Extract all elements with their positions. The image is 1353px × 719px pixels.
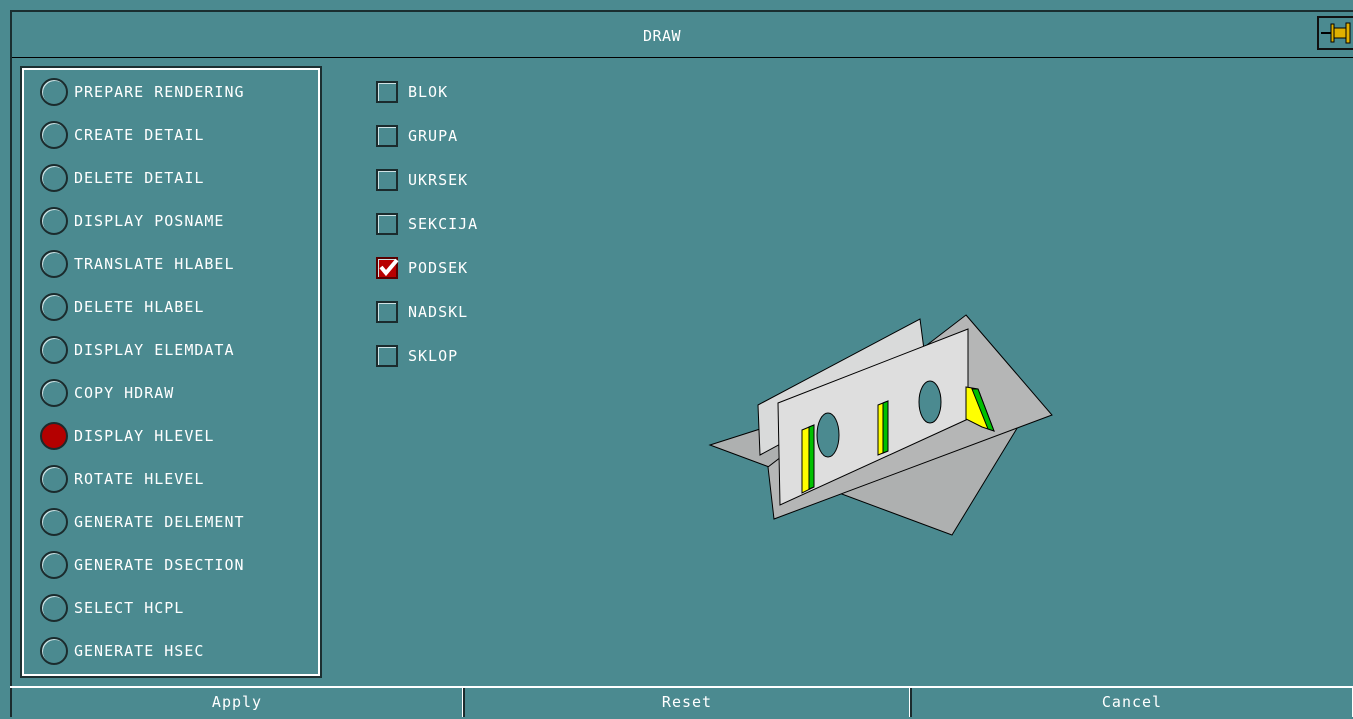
checkbox-podsek[interactable]: PODSEK [376,254,468,282]
checkbox-ukrsek[interactable]: UKRSEK [376,166,468,194]
hole [816,412,840,458]
radio-label: DISPLAY ELEMDATA [74,341,235,359]
checkbox-label: PODSEK [408,259,469,277]
checkbox-indicator [376,345,398,367]
radio-indicator [40,465,68,493]
radio-indicator [40,379,68,407]
radio-indicator [40,250,68,278]
radio-label: DISPLAY POSNAME [74,212,225,230]
pin-button[interactable] [1317,16,1353,50]
radio-label: DISPLAY HLEVEL [74,427,215,445]
radio-delete-detail[interactable]: DELETE DETAIL [40,162,204,194]
checkbox-label: NADSKL [408,303,469,321]
radio-generate-dsection[interactable]: GENERATE DSECTION [40,549,245,581]
pushpin-icon [1321,22,1351,44]
title-bar: DRAW [12,12,1353,58]
hlevel-preview-drawing [708,314,1053,536]
radio-indicator [40,594,68,622]
radio-indicator [40,207,68,235]
radio-rotate-hlevel[interactable]: ROTATE HLEVEL [40,463,204,495]
radio-indicator [40,336,68,364]
radio-label: SELECT HCPL [74,599,185,617]
checkbox-sklop[interactable]: SKLOP [376,342,458,370]
radio-label: DELETE DETAIL [74,169,205,187]
checkbox-label: GRUPA [408,127,459,145]
radio-indicator [40,121,68,149]
checkbox-indicator [376,125,398,147]
radio-label: PREPARE RENDERING [74,83,245,101]
radio-label: GENERATE HSEC [74,642,205,660]
checkbox-indicator [376,169,398,191]
radio-label: TRANSLATE HLABEL [74,255,235,273]
radio-indicator [40,78,68,106]
action-radio-group: PREPARE RENDERING CREATE DETAIL DELETE D… [22,68,320,676]
stiffener-green [882,400,889,454]
draw-dialog: DRAW PREPARE RENDERING CREATE DETAIL DEL… [10,10,1353,719]
checkbox-blok[interactable]: BLOK [376,78,448,106]
checkbox-label: SKLOP [408,347,459,365]
radio-display-hlevel[interactable]: DISPLAY HLEVEL [40,420,214,452]
checkbox-label: BLOK [408,83,449,101]
radio-copy-hdraw[interactable]: COPY HDRAW [40,377,174,409]
checkbox-nadskl[interactable]: NADSKL [376,298,468,326]
radio-display-posname[interactable]: DISPLAY POSNAME [40,205,224,237]
radio-indicator [40,508,68,536]
radio-indicator [40,164,68,192]
radio-prepare-rendering[interactable]: PREPARE RENDERING [40,76,245,108]
radio-label: ROTATE HLEVEL [74,470,205,488]
radio-indicator [40,551,68,579]
radio-indicator [40,293,68,321]
cancel-button[interactable]: Cancel [910,688,1353,717]
button-bar: Apply Reset Cancel [10,686,1353,719]
checkbox-sekcija[interactable]: SEKCIJA [376,210,478,238]
checkmark-icon [379,258,399,277]
checkbox-indicator [376,213,398,235]
apply-button[interactable]: Apply [10,688,463,717]
radio-select-hcpl[interactable]: SELECT HCPL [40,592,184,624]
radio-translate-hlabel[interactable]: TRANSLATE HLABEL [40,248,235,280]
checkbox-indicator-checked [376,257,399,279]
reset-button[interactable]: Reset [463,688,910,717]
checkbox-label: SEKCIJA [408,215,479,233]
dialog-title: DRAW [642,27,682,45]
checkbox-indicator [376,81,398,103]
hole [918,380,942,424]
radio-label: CREATE DETAIL [74,126,205,144]
radio-create-detail[interactable]: CREATE DETAIL [40,119,204,151]
checkbox-grupa[interactable]: GRUPA [376,122,458,150]
radio-label: COPY HDRAW [74,384,175,402]
radio-delete-hlabel[interactable]: DELETE HLABEL [40,291,204,323]
radio-display-elemdata[interactable]: DISPLAY ELEMDATA [40,334,235,366]
radio-generate-hsec[interactable]: GENERATE HSEC [40,635,204,667]
radio-generate-delement[interactable]: GENERATE DELEMENT [40,506,245,538]
radio-label: GENERATE DELEMENT [74,513,245,531]
checkbox-indicator [376,301,398,323]
stiffener-green [808,424,815,490]
checkbox-label: UKRSEK [408,171,469,189]
radio-label: GENERATE DSECTION [74,556,245,574]
radio-indicator [40,637,68,665]
radio-indicator-selected [40,422,68,450]
radio-label: DELETE HLABEL [74,298,205,316]
